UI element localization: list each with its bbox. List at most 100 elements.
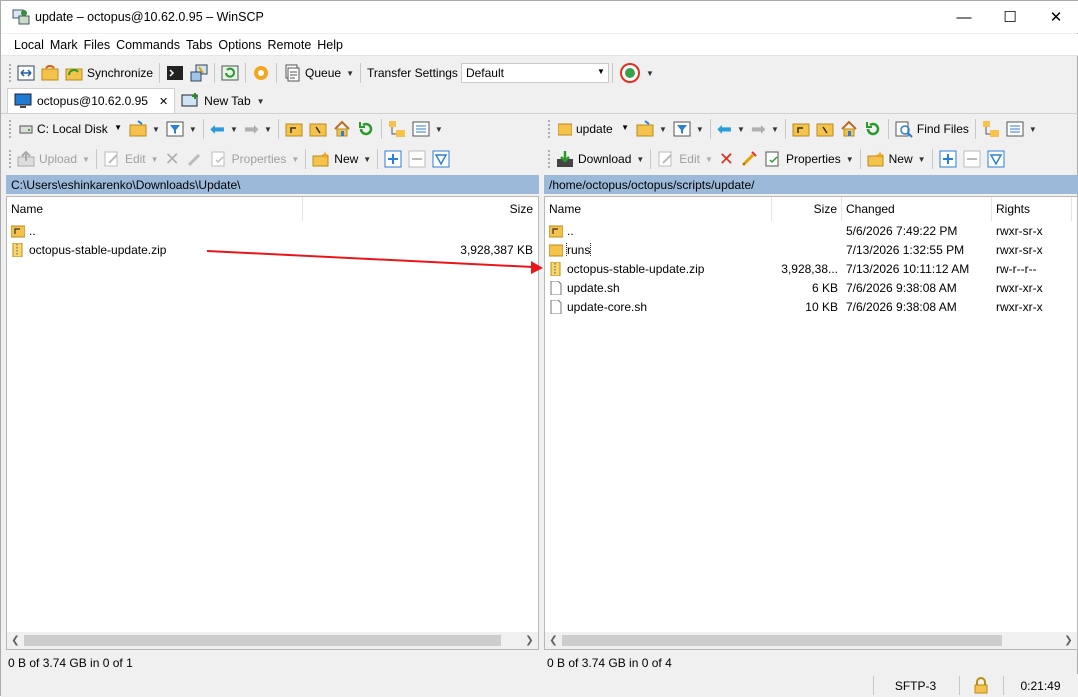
left-properties-button[interactable]: Properties ▼ [207,147,303,171]
left-delete-button[interactable]: ✕ [162,147,183,171]
left-view-button[interactable]: ▼ [409,117,446,141]
file-rights: rwxr-sr-x [996,223,1043,238]
right-unselect-button[interactable] [960,147,984,171]
remote-dir-select[interactable]: update ▼ [553,119,633,139]
right-horizontal-scrollbar[interactable]: ❮ ❯ [545,632,1077,649]
menu-help[interactable]: Help [314,38,346,52]
left-new-button[interactable]: New ▼ [309,147,374,171]
left-rename-button[interactable] [183,147,207,171]
menu-options[interactable]: Options [215,38,264,52]
find-files-button[interactable]: Find Files [892,117,972,141]
scroll-right-icon[interactable]: ❯ [1060,632,1077,649]
right-col-size[interactable]: Size [772,196,842,221]
open-terminal-button[interactable] [163,61,187,85]
left-parent-dir-button[interactable] [282,117,306,141]
refresh-session-button[interactable] [218,61,242,85]
right-view-button[interactable]: ▼ [1003,117,1040,141]
right-back-button[interactable]: ⬅ ▼ [714,117,748,141]
synchronize-button[interactable]: Synchronize [62,61,156,85]
right-root-dir-button[interactable] [813,117,837,141]
right-file-list[interactable]: Name Size Changed Rights .. 5/6/2026 7:4… [544,196,1078,650]
right-select-all-button[interactable] [984,147,1008,171]
right-home-button[interactable] [837,117,861,141]
drive-icon [19,125,33,134]
scroll-thumb[interactable] [562,635,1002,646]
left-edit-button[interactable]: Edit ▼ [100,147,162,171]
right-delete-button[interactable]: ✕ [716,147,737,171]
transfer-settings-label: Transfer Settings [367,66,458,80]
queue-button[interactable]: Queue ▼ [280,61,357,85]
left-path-bar[interactable]: C:\Users\eshinkarenko\Downloads\Update\ [6,175,539,194]
left-select-all-button[interactable] [429,147,453,171]
maximize-button[interactable]: ☐ [987,1,1033,33]
menu-files[interactable]: Files [81,38,113,52]
left-col-size[interactable]: Size [303,197,537,221]
file-name: .. [29,223,36,238]
left-horizontal-scrollbar[interactable]: ❮ ❯ [7,632,538,649]
left-refresh-button[interactable] [354,117,378,141]
chevron-down-icon: ▼ [1028,124,1037,134]
right-rename-button[interactable] [737,147,761,171]
left-forward-button[interactable]: ➡ ▼ [241,117,275,141]
left-filter-button[interactable]: ▼ [163,117,200,141]
left-tree-button[interactable] [385,117,409,141]
right-parent-dir-button[interactable] [789,117,813,141]
scroll-left-icon[interactable]: ❮ [7,632,24,649]
file-changed: 7/6/2026 9:38:08 AM [846,280,957,295]
left-home-button[interactable] [330,117,354,141]
close-window-button[interactable]: ✕ [1033,1,1078,33]
right-col-rights[interactable]: Rights [992,196,1072,221]
local-drive-select[interactable]: C: Local Disk ▼ [14,119,126,139]
right-edit-button[interactable]: Edit ▼ [654,147,716,171]
minimize-button[interactable]: — [941,1,987,33]
list-item[interactable]: runs 7/13/2026 1:32:55 PM rwxr-sr-x [545,240,1077,259]
sync-browsing-button[interactable] [38,61,62,85]
right-path-bar[interactable]: /home/octopus/octopus/scripts/update/ [544,175,1078,194]
scroll-right-icon[interactable]: ❯ [521,632,538,649]
left-col-name[interactable]: Name [7,196,303,221]
left-unselect-button[interactable] [405,147,429,171]
right-forward-button[interactable]: ➡ ▼ [748,117,782,141]
transfer-settings-select[interactable]: Default ▼ [460,63,609,83]
right-refresh-button[interactable] [861,117,885,141]
preferences-button[interactable] [249,61,273,85]
right-select-button[interactable] [936,147,960,171]
close-icon[interactable]: ✕ [159,95,168,108]
download-button[interactable]: Download ▼ [553,147,647,171]
file-icon [550,299,562,314]
list-item[interactable]: update.sh 6 KB 7/6/2026 9:38:08 AM rwxr-… [545,278,1077,297]
toolbar-separator [159,63,161,83]
menu-remote[interactable]: Remote [265,38,315,52]
list-item[interactable]: update-core.sh 10 KB 7/6/2026 9:38:08 AM… [545,297,1077,316]
right-open-dir-button[interactable]: ▼ [633,117,670,141]
list-item[interactable]: octopus-stable-update.zip 3,928,38... 7/… [545,259,1077,278]
scroll-left-icon[interactable]: ❮ [545,632,562,649]
menu-commands[interactable]: Commands [113,38,183,52]
compare-dirs-button[interactable] [14,61,38,85]
tab-session[interactable]: octopus@10.62.0.95 ✕ [7,88,176,113]
left-root-dir-button[interactable] [306,117,330,141]
tab-new[interactable]: New Tab ▼ [175,89,270,113]
toolbar-separator [245,63,247,83]
menu-local[interactable]: Local [11,38,47,52]
right-filter-button[interactable]: ▼ [670,117,707,141]
menu-mark[interactable]: Mark [47,38,81,52]
right-col-changed[interactable]: Changed [842,196,992,221]
new-folder-icon [312,151,330,167]
menu-tabs[interactable]: Tabs [183,38,215,52]
list-item[interactable]: .. 5/6/2026 7:49:22 PM rwxr-sr-x [545,221,1077,240]
right-new-button[interactable]: New ▼ [864,147,929,171]
scroll-thumb[interactable] [24,635,501,646]
left-open-dir-button[interactable]: ▼ [126,117,163,141]
list-item[interactable]: .. [7,221,538,240]
encryption-status[interactable] [959,676,1001,695]
right-properties-button[interactable]: Properties ▼ [761,147,857,171]
upload-button[interactable]: Upload ▼ [14,147,93,171]
left-select-button[interactable] [381,147,405,171]
left-back-button[interactable]: ⬅ ▼ [207,117,241,141]
reconnect-button[interactable]: ▼ [616,61,657,85]
putty-button[interactable] [187,61,211,85]
right-col-name[interactable]: Name [545,196,772,221]
file-size: 6 KB [811,280,838,295]
right-tree-button[interactable] [979,117,1003,141]
